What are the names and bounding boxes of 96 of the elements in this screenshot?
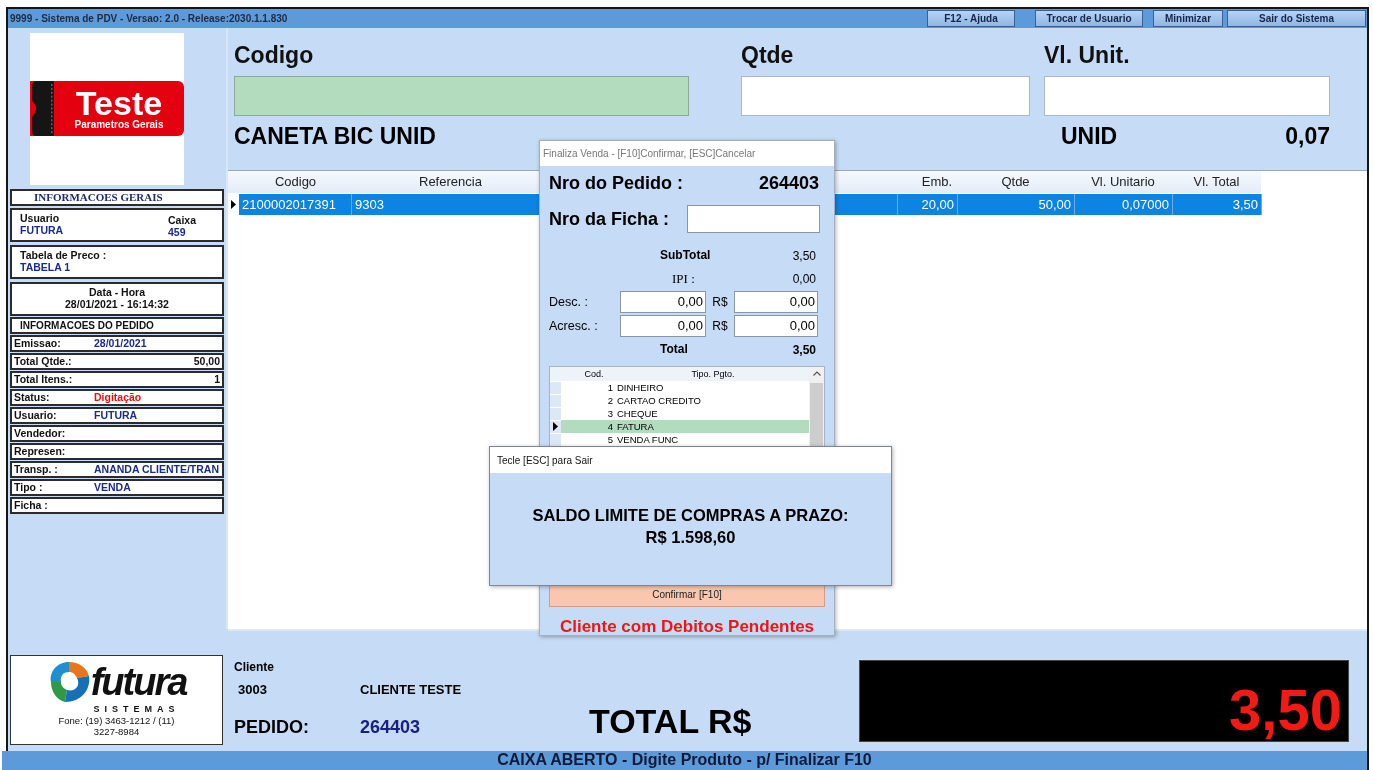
vendor-tagline: SISTEMAS — [93, 703, 180, 714]
field-value: 50,00 — [193, 355, 220, 367]
column-header[interactable]: Vl. Total — [1172, 174, 1261, 189]
scroll-up-icon[interactable] — [812, 371, 821, 376]
payment-row[interactable]: 2 CARTAO CREDITO — [550, 394, 809, 407]
toolbar-button[interactable]: F12 - Ajuda — [927, 9, 1015, 27]
client-name: CLIENTE TESTE — [360, 681, 462, 697]
column-header[interactable]: Tipo. Pgto. — [617, 369, 809, 379]
input-field[interactable]: 0,00 — [620, 291, 706, 313]
column-header[interactable]: Cod. — [561, 369, 617, 379]
order-label: Nro do Pedido : — [549, 173, 683, 194]
form-label: Desc. : — [549, 295, 589, 309]
input-field[interactable] — [234, 75, 689, 116]
form-label: Acresc. : — [549, 319, 599, 333]
field-label: Usuario: — [14, 409, 58, 421]
logo-title: Teste — [75, 86, 163, 119]
order-number: 264403 — [360, 716, 421, 738]
total-value: 3,50 — [791, 342, 817, 357]
toolbar-button[interactable]: Trocar de Usuario — [1035, 9, 1143, 27]
table-cell: 3,50 — [1173, 193, 1262, 215]
field-label: Tipo : — [14, 481, 44, 493]
subtotal-value: 3,50 — [791, 248, 817, 263]
status-bar: CAIXA ABERTO - Digite Produto - p/ Finalizar F10 — [2, 750, 1367, 770]
field-value: ANANDA CLIENTE/TRAN — [94, 463, 220, 475]
vendor-phone: Fone: (19) 3463-1212 / (11) 3227-8984 — [57, 714, 176, 737]
field-label: Qtde — [741, 41, 795, 70]
toolbar-button[interactable]: Minimizar — [1153, 9, 1223, 27]
input-field[interactable] — [687, 205, 820, 233]
section-heading: INFORMACOES GERAIS — [10, 188, 224, 206]
unit-text: UNID — [1061, 123, 1118, 150]
payment-row[interactable]: 3 CHEQUE — [550, 407, 809, 420]
field-value: Digitação — [94, 391, 142, 403]
field-label: Transp. : — [14, 463, 59, 475]
input-field[interactable]: 0,00 — [734, 315, 818, 337]
vendor-wordmark: futura — [90, 661, 187, 702]
table-cell: 2100002017391 — [239, 193, 352, 215]
column-header[interactable]: Codigo — [228, 174, 351, 189]
order-label: PEDIDO: — [234, 716, 310, 738]
total-display: 3,50 — [859, 659, 1349, 742]
popup-title: Tecle [ESC] para Sair — [490, 447, 891, 473]
column-header[interactable]: Vl. Unitario — [1074, 174, 1172, 189]
client-label: Cliente — [234, 659, 275, 674]
field-label: Ficha : — [14, 499, 49, 511]
register-label: Caixa — [167, 213, 196, 226]
field-label: Represen: — [14, 445, 67, 457]
table-cell: 50,00 — [958, 193, 1075, 215]
field-label: Codigo — [234, 41, 315, 70]
input-field[interactable]: 0,00 — [734, 291, 818, 313]
field-label: Status: — [14, 391, 51, 403]
input-field[interactable]: 0,00 — [620, 315, 706, 337]
currency-label: R$ — [711, 319, 729, 333]
product-name: CANETA BIC UNID — [234, 123, 437, 150]
field-value: FUTURA — [94, 409, 138, 421]
tax-value: 0,00 — [791, 271, 817, 286]
row-pointer-icon — [231, 199, 236, 209]
section-heading: INFORMACOES DO PEDIDO — [10, 316, 224, 334]
toolbar-button[interactable]: Sair do Sistema — [1227, 9, 1366, 27]
field-label: Vl. Unit. — [1044, 41, 1131, 70]
row-pointer-icon — [553, 422, 558, 431]
field-value: 28/01/2021 — [94, 337, 147, 349]
ticket-stub-icon — [30, 81, 54, 136]
user-label: Usuario — [20, 211, 61, 224]
logo-subtitle: Parametros Gerais — [74, 118, 164, 131]
table-cell: 20,00 — [898, 193, 958, 215]
window-title: 9999 - Sistema de PDV - Versao: 2.0 - Release:2030.1.1.830 — [10, 12, 288, 24]
price-table-value: TABELA 1 — [20, 260, 72, 273]
table-cell: 0,07000 — [1075, 193, 1173, 215]
popup-message: SALDO LIMITE DE COMPRAS A PRAZO: — [532, 505, 849, 526]
subtotal-label: SubTotal — [659, 247, 712, 264]
warning-text: Cliente com Debitos Pendentes — [558, 617, 816, 637]
column-header[interactable]: Emb. — [897, 174, 957, 189]
user-value: FUTURA — [20, 223, 64, 236]
payment-row[interactable]: 1 DINHEIRO — [550, 381, 809, 394]
price-table-label: Tabela de Preco : — [20, 248, 108, 261]
popup-amount: R$ 1.598,60 — [645, 527, 736, 548]
total-label: Total — [659, 341, 689, 358]
client-code: 3003 — [237, 681, 268, 697]
dialog-title: Finaliza Venda - [F10]Confirmar, [ESC]Cancelar — [540, 141, 834, 166]
field-label: Vendedor: — [14, 427, 67, 439]
tax-label: IPI : — [671, 270, 696, 288]
total-label: TOTAL R$ — [589, 701, 753, 742]
field-label: Total Qtde.: — [14, 355, 73, 367]
datetime-value: 28/01/2021 - 16:14:32 — [65, 297, 169, 310]
currency-label: R$ — [711, 295, 729, 309]
input-field[interactable] — [1044, 75, 1330, 116]
payment-row[interactable]: 5 VENDA FUNC — [550, 433, 809, 446]
unit-price: 0,07 — [1285, 123, 1330, 150]
input-field[interactable] — [741, 75, 1030, 116]
field-value: 1 — [214, 373, 220, 385]
field-label: Total Itens.: — [14, 373, 74, 385]
datetime-label: Data - Hora — [89, 285, 145, 298]
order-number: 264403 — [758, 173, 819, 194]
column-header[interactable]: Qtde — [957, 174, 1074, 189]
field-label: Emissao: — [14, 337, 62, 349]
field-value: VENDA — [94, 481, 131, 493]
register-value: 459 — [167, 225, 187, 238]
